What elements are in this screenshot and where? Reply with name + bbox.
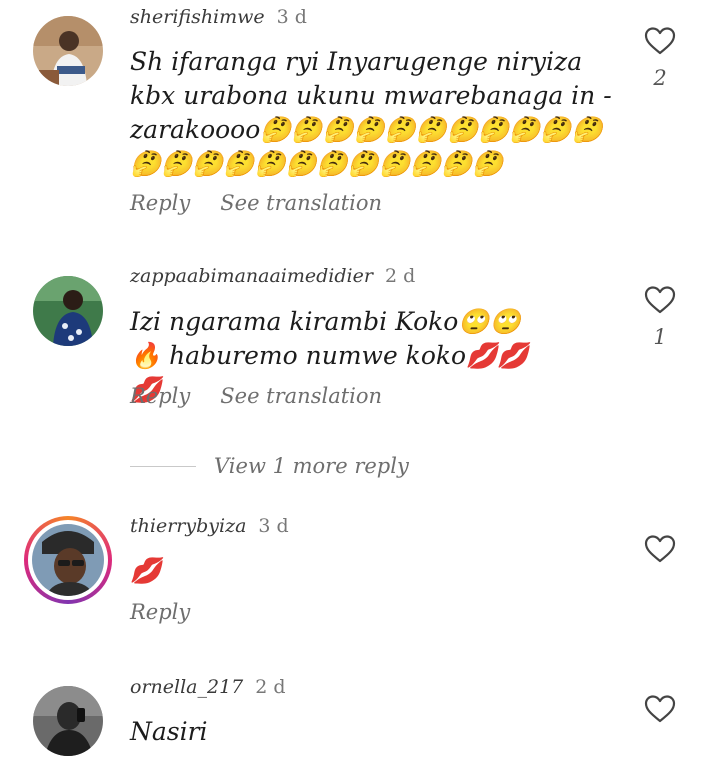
heart-outline-icon[interactable]	[643, 534, 677, 564]
comment-text: Sh ifaranga ryi Inyarugenge niryiza kbx …	[130, 47, 612, 178]
like-count: 2	[653, 66, 667, 90]
avatar[interactable]	[33, 16, 103, 86]
comment-time: 2 d	[255, 676, 286, 698]
username[interactable]: thierrybyiza	[130, 515, 246, 537]
avatar[interactable]	[33, 686, 103, 756]
heart-outline-icon[interactable]	[643, 26, 677, 56]
comment-header: zappaabimanaaimedidier 2 d	[130, 265, 415, 287]
avatar-story-ring[interactable]	[24, 516, 112, 604]
comment-time: 3 d	[276, 6, 307, 28]
comment-text: Nasiri	[130, 717, 208, 746]
view-more-label[interactable]: View 1 more reply	[214, 454, 409, 478]
like-count: 1	[653, 325, 667, 349]
like-control: 1	[643, 285, 677, 349]
reply-button[interactable]: Reply	[130, 600, 190, 624]
avatar	[32, 524, 104, 596]
username[interactable]: sherifishimwe	[130, 6, 265, 28]
comment-actions: Reply	[130, 600, 190, 624]
reply-button[interactable]: Reply	[130, 384, 190, 408]
avatar[interactable]	[33, 276, 103, 346]
comment-actions: Reply See translation	[130, 191, 382, 215]
comment-header: thierrybyiza 3 d	[130, 515, 289, 537]
heart-outline-icon[interactable]	[643, 285, 677, 315]
comment-time: 3 d	[258, 515, 289, 537]
reply-button[interactable]: Reply	[130, 191, 190, 215]
comment-header: ornella_217 2 d	[130, 676, 286, 698]
like-control	[643, 534, 677, 564]
view-more-replies[interactable]: View 1 more reply	[130, 452, 409, 480]
divider-line	[130, 465, 196, 467]
username[interactable]: ornella_217	[130, 676, 243, 698]
heart-outline-icon[interactable]	[643, 694, 677, 724]
comment-actions: Reply See translation	[130, 384, 382, 408]
comment-header: sherifishimwe 3 d	[130, 6, 307, 28]
like-control	[643, 694, 677, 724]
see-translation-button[interactable]: See translation	[220, 384, 382, 408]
like-control: 2	[643, 26, 677, 90]
comment-time: 2 d	[384, 265, 416, 287]
see-translation-button[interactable]: See translation	[220, 191, 382, 215]
comment-text: 💋	[130, 556, 162, 585]
username[interactable]: zappaabimanaaimedidier	[130, 265, 373, 287]
